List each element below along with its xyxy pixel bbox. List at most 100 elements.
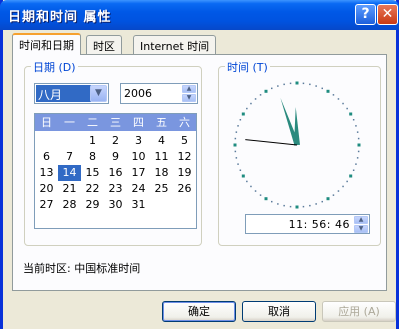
clock-minute-tick <box>237 125 239 127</box>
calendar-day[interactable]: 28 <box>58 197 81 213</box>
clock-minute-tick <box>337 98 340 100</box>
clock-minute-tick <box>315 203 317 205</box>
clock-minute-tick <box>271 87 273 90</box>
calendar-day[interactable]: 16 <box>104 165 127 181</box>
calendar-day[interactable]: 18 <box>150 165 173 181</box>
apply-button[interactable]: 应用 (A) <box>322 301 396 322</box>
clock-minute-tick <box>309 83 311 86</box>
calendar[interactable]: 日一二三四五六 1 2 3 4 5 6 7 8 9 10 11 12 13 14 15 16 17 18 19 20 2… <box>34 113 197 229</box>
calendar-empty-cell <box>35 133 58 149</box>
calendar-day[interactable]: 2 <box>104 133 127 149</box>
calendar-day[interactable]: 29 <box>81 197 104 213</box>
clock-minute-tick <box>352 119 355 121</box>
weekday-header: 二 <box>87 116 98 129</box>
calendar-day[interactable]: 9 <box>104 149 127 165</box>
tab-timezone[interactable]: 时区 <box>86 35 122 54</box>
calendar-day[interactable]: 13 <box>35 165 58 181</box>
clock-minute-tick <box>321 87 323 90</box>
clock-second-hand <box>245 139 298 146</box>
clock-minute-tick <box>352 169 355 171</box>
clock-minute-tick <box>271 200 273 203</box>
clock-minute-tick <box>235 157 238 159</box>
chevron-down-icon[interactable]: ▼ <box>90 85 107 102</box>
date-group: 日期 (D) 八月 ▼ 2006 ▲ ▼ 日一二三四五六 1 2 3 4 5 6 7 8 9 10… <box>24 59 202 246</box>
clock-minute-tick <box>235 131 238 133</box>
weekday-header: 六 <box>179 116 190 129</box>
tab-internet-time[interactable]: Internet 时间 <box>133 35 217 54</box>
clock-minute-tick <box>259 94 262 96</box>
year-spin-buttons[interactable]: ▲ ▼ <box>182 85 196 102</box>
clock-minute-tick <box>237 163 239 165</box>
calendar-day[interactable]: 4 <box>150 133 173 149</box>
calendar-day[interactable]: 1 <box>81 133 104 149</box>
calendar-day[interactable]: 21 <box>58 181 81 197</box>
spin-down-icon[interactable]: ▼ <box>354 225 368 233</box>
date-group-label: 日期 (D) <box>31 59 78 75</box>
calendar-days[interactable]: 1 2 3 4 5 6 7 8 9 10 11 12 13 14 15 16 17 18 19 20 21 22 23 24 2… <box>35 131 196 213</box>
clock-minute-tick <box>277 85 279 87</box>
calendar-day[interactable]: 26 <box>173 181 196 197</box>
calendar-day[interactable]: 11 <box>150 149 173 165</box>
calendar-day[interactable]: 10 <box>127 149 150 165</box>
calendar-day[interactable]: 15 <box>81 165 104 181</box>
spin-down-icon[interactable]: ▼ <box>182 94 196 102</box>
clock-hour-tick <box>295 205 299 209</box>
calendar-day[interactable]: 7 <box>58 149 81 165</box>
close-button[interactable]: ✕ <box>377 4 398 25</box>
cancel-button[interactable]: 取消 <box>242 301 316 322</box>
month-dropdown[interactable]: 八月 ▼ <box>34 83 109 104</box>
time-group: 时间 (T) 11: 56: 46 ▲ ▼ <box>218 59 381 246</box>
calendar-day[interactable]: 27 <box>35 197 58 213</box>
tab-time-and-date[interactable]: 时间和日期 <box>12 33 81 55</box>
title-bar[interactable]: 日期和时间 属性 ? ✕ <box>0 0 399 30</box>
clock-minute-tick <box>302 82 305 85</box>
weekday-header: 日 <box>41 116 52 129</box>
calendar-day[interactable]: 24 <box>127 181 150 197</box>
clock-minute-tick <box>356 131 359 133</box>
clock-minute-tick <box>277 203 279 205</box>
calendar-day[interactable]: 3 <box>127 133 150 149</box>
weekday-header: 四 <box>133 116 144 129</box>
time-spin-buttons[interactable]: ▲ ▼ <box>354 216 368 233</box>
clock-minute-tick <box>302 205 305 208</box>
clock-minute-tick <box>239 119 242 121</box>
calendar-weekday-header: 日一二三四五六 <box>35 114 196 131</box>
calendar-day[interactable]: 5 <box>173 133 196 149</box>
clock-minute-tick <box>332 194 335 196</box>
clock-minute-tick <box>321 200 323 203</box>
help-button[interactable]: ? <box>355 4 376 25</box>
spin-up-icon[interactable]: ▲ <box>354 216 368 224</box>
clock-minute-tick <box>239 169 242 171</box>
calendar-day[interactable]: 17 <box>127 165 150 181</box>
month-value: 八月 <box>36 85 91 102</box>
weekday-header: 三 <box>110 116 121 129</box>
clock-minute-tick <box>234 137 237 140</box>
calendar-day[interactable]: 12 <box>173 149 196 165</box>
calendar-day[interactable]: 19 <box>173 165 196 181</box>
calendar-day[interactable]: 23 <box>104 181 127 197</box>
help-icon: ? <box>361 6 370 22</box>
calendar-day[interactable]: 6 <box>35 149 58 165</box>
analog-clock <box>233 81 361 209</box>
clock-minute-tick <box>254 98 257 100</box>
tab-label: 时区 <box>93 40 115 53</box>
clock-minute-tick <box>246 107 248 110</box>
time-spinner[interactable]: 11: 56: 46 ▲ ▼ <box>245 214 370 234</box>
ok-button[interactable]: 确定 <box>162 301 236 322</box>
clock-hour-tick <box>326 197 330 201</box>
year-spinner[interactable]: 2006 ▲ ▼ <box>120 83 198 104</box>
calendar-day[interactable]: 25 <box>150 181 173 197</box>
calendar-day[interactable]: 20 <box>35 181 58 197</box>
spin-up-icon[interactable]: ▲ <box>182 85 196 93</box>
time-value: 11: 56: 46 <box>288 218 350 231</box>
calendar-day[interactable]: 8 <box>81 149 104 165</box>
calendar-day[interactable]: 22 <box>81 181 104 197</box>
clock-minute-tick <box>356 157 359 159</box>
clock-minute-tick <box>342 102 344 105</box>
clock-minute-tick <box>315 85 317 87</box>
calendar-day[interactable]: 14 <box>58 165 81 181</box>
calendar-day[interactable]: 31 <box>127 197 150 213</box>
calendar-day[interactable]: 30 <box>104 197 127 213</box>
clock-minute-tick <box>283 83 285 86</box>
clock-minute-tick <box>259 194 262 196</box>
